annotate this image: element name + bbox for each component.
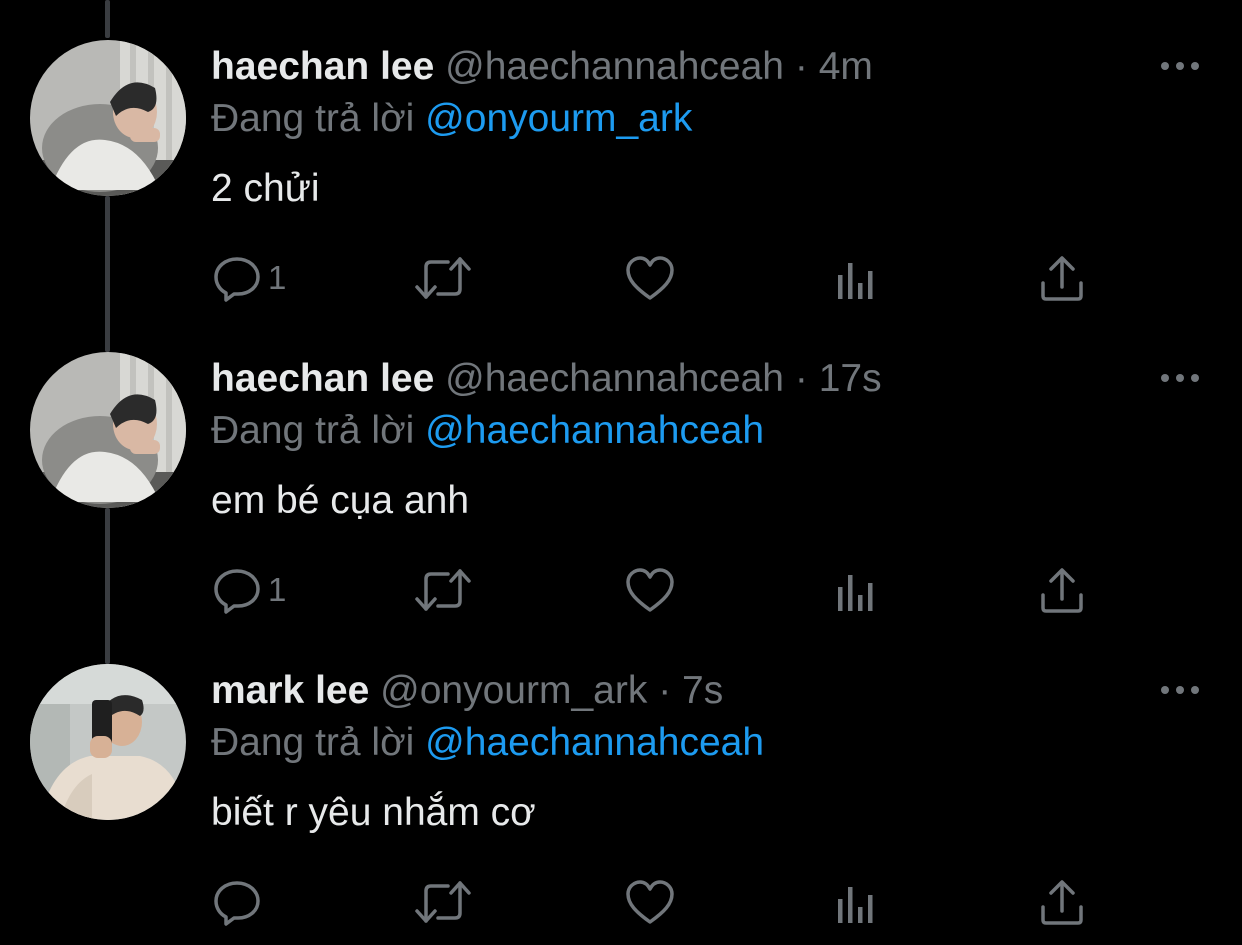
- tweet-actions: [0, 874, 1242, 930]
- replying-to-label: Đang trả lời: [211, 409, 415, 452]
- replying-to-handle[interactable]: @haechannahceah: [425, 721, 764, 764]
- replying-to-label: Đang trả lời: [211, 721, 415, 764]
- tweet-text: em bé cụa anh: [211, 479, 470, 522]
- analytics-button[interactable]: [834, 562, 880, 618]
- user-handle[interactable]: @haechannahceah: [445, 45, 784, 88]
- more-dots-icon: [1161, 374, 1199, 382]
- more-dots-icon: [1161, 62, 1199, 70]
- tweet-text: 2 chửi: [211, 167, 320, 210]
- tweet-header: mark lee @onyourm_ark · 7s: [211, 668, 723, 714]
- display-name[interactable]: mark lee: [211, 669, 369, 712]
- replying-to-handle[interactable]: @onyourm_ark: [425, 97, 692, 140]
- display-name[interactable]: haechan lee: [211, 357, 434, 400]
- tweet[interactable]: haechan lee @haechannahceah · 4m Đang tr…: [0, 0, 1242, 312]
- replying-to: Đang trả lời @haechannahceah: [211, 720, 764, 766]
- more-options-button[interactable]: [1158, 368, 1202, 388]
- tweet[interactable]: mark lee @onyourm_ark · 7s Đang trả lời …: [0, 624, 1242, 936]
- retweet-icon: [415, 257, 471, 299]
- share-button[interactable]: [1038, 874, 1086, 930]
- retweet-button[interactable]: [414, 562, 472, 618]
- share-upload-icon: [1041, 880, 1083, 925]
- tweet-text: biết r yêu nhắm cơ: [211, 791, 536, 834]
- retweet-icon: [415, 569, 471, 611]
- avatar[interactable]: [30, 664, 186, 820]
- retweet-button[interactable]: [414, 250, 472, 306]
- timestamp[interactable]: 7s: [682, 669, 723, 712]
- replying-to-label: Đang trả lời: [211, 97, 415, 140]
- comment-bubble-icon: [214, 569, 260, 614]
- reply-button[interactable]: 1: [212, 250, 286, 306]
- analytics-bars-icon: [838, 887, 873, 923]
- like-button[interactable]: [624, 562, 676, 618]
- reply-count: 1: [268, 259, 287, 296]
- display-name[interactable]: haechan lee: [211, 45, 434, 88]
- separator-dot: ·: [794, 357, 808, 400]
- separator-dot: ·: [658, 669, 672, 712]
- timestamp[interactable]: 17s: [819, 357, 882, 400]
- share-upload-icon: [1041, 568, 1083, 613]
- share-button[interactable]: [1038, 562, 1086, 618]
- replying-to: Đang trả lời @haechannahceah: [211, 408, 764, 454]
- timestamp[interactable]: 4m: [819, 45, 873, 88]
- comment-bubble-icon: [214, 881, 260, 926]
- separator-dot: ·: [794, 45, 808, 88]
- replying-to-handle[interactable]: @haechannahceah: [425, 409, 764, 452]
- retweet-button[interactable]: [414, 874, 472, 930]
- analytics-button[interactable]: [834, 250, 880, 306]
- more-options-button[interactable]: [1158, 56, 1202, 76]
- reply-button[interactable]: 1: [212, 562, 286, 618]
- heart-icon: [626, 880, 674, 924]
- tweet-header: haechan lee @haechannahceah · 17s: [211, 356, 882, 402]
- avatar[interactable]: [30, 352, 186, 508]
- like-button[interactable]: [624, 250, 676, 306]
- tweet-actions: 1: [0, 562, 1242, 618]
- tweet[interactable]: haechan lee @haechannahceah · 17s Đang t…: [0, 312, 1242, 624]
- retweet-icon: [415, 881, 471, 923]
- user-handle[interactable]: @haechannahceah: [445, 357, 784, 400]
- reply-button[interactable]: [212, 874, 268, 930]
- share-button[interactable]: [1038, 250, 1086, 306]
- heart-icon: [626, 256, 674, 300]
- more-options-button[interactable]: [1158, 680, 1202, 700]
- user-handle[interactable]: @onyourm_ark: [380, 669, 647, 712]
- analytics-bars-icon: [838, 263, 873, 299]
- tweet-actions: 1: [0, 250, 1242, 306]
- heart-icon: [626, 568, 674, 612]
- share-upload-icon: [1041, 256, 1083, 301]
- analytics-bars-icon: [838, 575, 873, 611]
- analytics-button[interactable]: [834, 874, 880, 930]
- like-button[interactable]: [624, 874, 676, 930]
- tweet-header: haechan lee @haechannahceah · 4m: [211, 44, 873, 90]
- comment-bubble-icon: [214, 257, 260, 302]
- reply-count: 1: [268, 571, 287, 608]
- replying-to: Đang trả lời @onyourm_ark: [211, 96, 692, 142]
- avatar[interactable]: [30, 40, 186, 196]
- more-dots-icon: [1161, 686, 1199, 694]
